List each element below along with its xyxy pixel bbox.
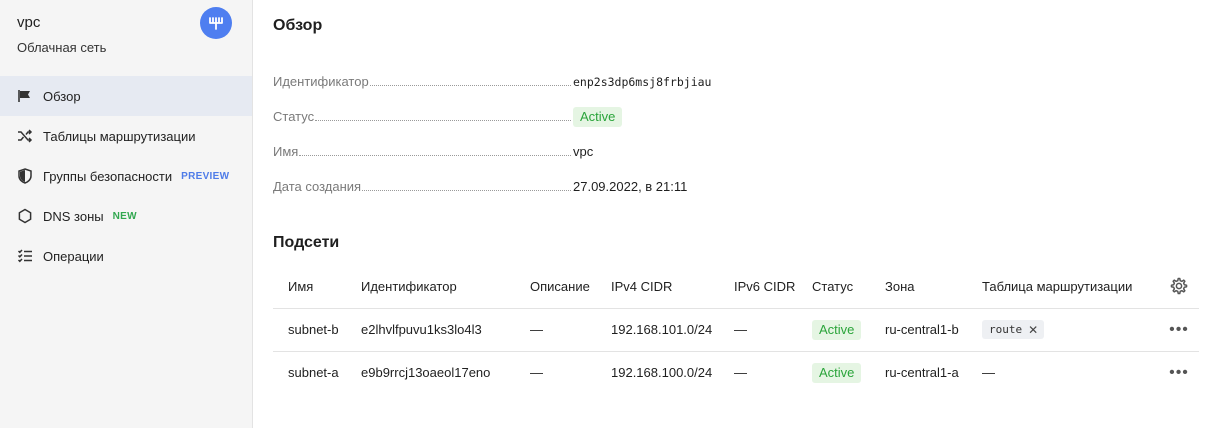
sidebar-item-label: Обзор — [43, 88, 81, 104]
sidebar-item-operations[interactable]: Операции — [0, 236, 252, 276]
cell-status: Active — [812, 351, 885, 394]
sidebar-item-security-groups[interactable]: Группы безопасности PREVIEW — [0, 156, 252, 196]
property-status: Статус Active — [273, 99, 733, 134]
route-table-chip[interactable]: route ✕ — [982, 320, 1045, 339]
more-actions-icon[interactable]: ••• — [1169, 364, 1189, 381]
property-label: Имя — [273, 144, 299, 159]
preview-badge: PREVIEW — [181, 170, 230, 182]
subnets-title: Подсети — [273, 234, 340, 251]
property-label: Статус — [273, 109, 315, 124]
new-badge: NEW — [112, 210, 137, 222]
sidebar-item-overview[interactable]: Обзор — [0, 76, 252, 116]
property-name: Имя vpc — [273, 134, 733, 169]
property-created: Дата создания 27.09.2022, в 21:11 — [273, 169, 733, 204]
cell-description: — — [530, 308, 611, 352]
column-header-zone[interactable]: Зона — [885, 265, 982, 309]
property-label: Дата создания — [273, 179, 362, 194]
sidebar: vpc Облачная сеть Обзор Таблицы маршрути… — [0, 0, 253, 428]
sidebar-item-label: Таблицы маршрутизации — [43, 128, 196, 144]
cell-description: — — [530, 365, 543, 381]
gear-icon[interactable] — [1170, 277, 1188, 295]
table-row[interactable]: subnet-a e9b9rrcj13oaeol17eno — 192.168.… — [273, 351, 1199, 394]
page-title: Обзор — [273, 17, 323, 34]
cell-status: Active — [812, 308, 885, 352]
sidebar-item-route-tables[interactable]: Таблицы маршрутизации — [0, 116, 252, 156]
table-settings-button[interactable] — [1159, 265, 1199, 309]
cell-name: subnet-b — [273, 308, 361, 352]
table-row[interactable]: subnet-b e2lhvlfpuvu1ks3lo4l3 — 192.168.… — [273, 308, 1199, 352]
cell-ipv6: — — [734, 308, 812, 352]
leader-dots — [315, 120, 571, 121]
column-header-ipv4[interactable]: IPv4 CIDR — [611, 265, 734, 309]
sidebar-item-dns-zones[interactable]: DNS зоны NEW — [0, 196, 252, 236]
cell-route-table: route ✕ — [982, 308, 1159, 352]
sidebar-header: vpc Облачная сеть — [0, 0, 252, 76]
status-badge: Active — [812, 362, 862, 383]
column-header-ipv6[interactable]: IPv6 CIDR — [734, 265, 812, 309]
checklist-icon — [16, 247, 34, 265]
more-actions-icon[interactable]: ••• — [1169, 321, 1189, 338]
cell-ipv4: 192.168.100.0/24 — [611, 365, 713, 381]
flag-icon — [16, 87, 34, 105]
network-name-value: vpc — [573, 144, 594, 159]
leader-dots — [362, 190, 571, 191]
service-subtitle: Облачная сеть — [17, 40, 107, 55]
created-date-value: 27.09.2022, в 21:11 — [573, 179, 688, 194]
cell-zone: ru-central1-b — [885, 308, 982, 352]
cell-id: e9b9rrcj13oaeol17eno — [361, 365, 491, 381]
cell-route-table: — — [982, 365, 995, 381]
column-header-description[interactable]: Описание — [530, 265, 611, 309]
column-header-status[interactable]: Статус — [812, 265, 885, 309]
status-badge: Active — [573, 106, 623, 127]
route-table-name: route — [989, 323, 1023, 336]
sidebar-item-label: Операции — [43, 248, 104, 264]
sidebar-item-label: Группы безопасности — [43, 168, 173, 184]
table-header-row: Имя Идентификатор Описание IPv4 CIDR IPv… — [273, 265, 1199, 309]
column-header-name[interactable]: Имя — [273, 265, 361, 309]
hexagon-icon — [16, 207, 34, 225]
cell-zone: ru-central1-a — [885, 365, 959, 381]
shuffle-icon — [16, 127, 34, 145]
cell-actions: ••• — [1159, 308, 1199, 352]
close-icon[interactable]: ✕ — [1028, 323, 1038, 337]
cell-ipv4: 192.168.101.0/24 — [611, 308, 734, 352]
overview-properties: Идентификатор enp2s3dp6msj8frbjiau Стату… — [273, 64, 733, 204]
cell-name: subnet-a — [288, 365, 339, 381]
column-header-id[interactable]: Идентификатор — [361, 265, 530, 309]
network-id-value: enp2s3dp6msj8frbjiau — [573, 74, 712, 89]
cell-actions: ••• — [1159, 351, 1199, 394]
subnets-table: Имя Идентификатор Описание IPv4 CIDR IPv… — [273, 265, 1199, 394]
vpc-network-icon — [200, 7, 232, 39]
cell-id: e2lhvlfpuvu1ks3lo4l3 — [361, 308, 530, 352]
cell-ipv6: — — [734, 365, 747, 381]
column-header-route-table[interactable]: Таблица маршрутизации — [982, 265, 1159, 309]
shield-icon — [16, 167, 34, 185]
sidebar-nav: Обзор Таблицы маршрутизации Группы безоп… — [0, 76, 252, 276]
leader-dots — [299, 155, 571, 156]
property-label: Идентификатор — [273, 74, 369, 89]
leader-dots — [369, 85, 571, 86]
main-content: Обзор Идентификатор enp2s3dp6msj8frbjiau… — [253, 0, 1219, 428]
status-badge: Active — [812, 319, 862, 340]
sidebar-item-label: DNS зоны — [43, 208, 104, 224]
property-id: Идентификатор enp2s3dp6msj8frbjiau — [273, 64, 733, 99]
